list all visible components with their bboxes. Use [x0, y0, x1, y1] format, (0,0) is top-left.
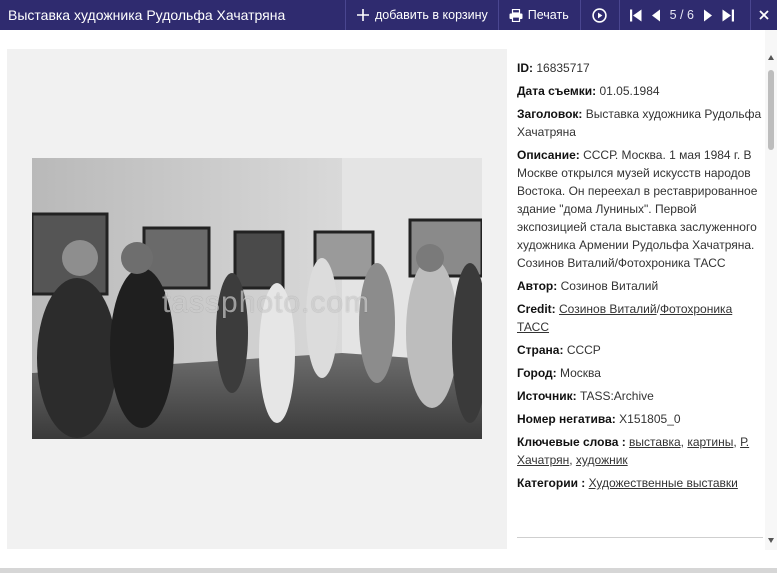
description-row: Описание: СССР. Москва. 1 мая 1984 г. В … — [517, 146, 764, 272]
negative-row: Номер негатива: X151805_0 — [517, 410, 764, 428]
source-row: Источник: TASS:Archive — [517, 387, 764, 405]
date-label: Дата съемки: — [517, 84, 597, 98]
credit-author-link[interactable]: Созинов Виталий — [559, 302, 657, 316]
author-row: Автор: Созинов Виталий — [517, 277, 764, 295]
credit-label: Credit: — [517, 302, 556, 316]
print-label: Печать — [527, 8, 569, 22]
keyword-link[interactable]: выставка — [629, 435, 681, 449]
negative-label: Номер негатива: — [517, 412, 616, 426]
description-label: Описание: — [517, 148, 580, 162]
city-row: Город: Москва — [517, 364, 764, 382]
city-label: Город: — [517, 366, 557, 380]
heading-row: Заголовок: Выставка художника Рудольфа Х… — [517, 105, 764, 141]
keywords-label: Ключевые слова : — [517, 435, 626, 449]
keyword-separator: , — [569, 453, 576, 467]
plus-icon — [356, 8, 370, 22]
author-value: Созинов Виталий — [560, 279, 659, 293]
pager-text: 5 / 6 — [669, 8, 694, 22]
exhibition-photo[interactable]: tassphoto.com — [32, 158, 482, 439]
credit-row: Credit: Созинов Виталий/Фотохроника ТАСС — [517, 300, 764, 336]
info-divider — [517, 537, 763, 538]
country-label: Страна: — [517, 343, 564, 357]
slideshow-button[interactable] — [580, 0, 619, 30]
add-to-cart-button[interactable]: добавить в корзину — [345, 0, 498, 30]
scroll-up-icon[interactable] — [768, 55, 774, 60]
keywords-row: Ключевые слова : выставка, картины, Р. Х… — [517, 433, 764, 469]
category-link[interactable]: Художественные выставки — [589, 476, 738, 490]
city-value: Москва — [560, 366, 601, 380]
keyword-link[interactable]: картины — [687, 435, 733, 449]
id-row: ID: 16835717 — [517, 59, 764, 77]
id-value: 16835717 — [536, 61, 590, 75]
bottom-edge — [0, 568, 777, 573]
description-value: СССР. Москва. 1 мая 1984 г. В Москве отк… — [517, 148, 758, 270]
categories-row: Категории : Художественные выставки — [517, 474, 764, 492]
id-label: ID: — [517, 61, 533, 75]
printer-icon — [509, 8, 523, 22]
scrollbar-thumb[interactable] — [768, 70, 774, 150]
date-value: 01.05.1984 — [599, 84, 660, 98]
print-button[interactable]: Печать — [497, 0, 580, 30]
negative-value: X151805_0 — [619, 412, 681, 426]
scroll-down-icon[interactable] — [768, 538, 774, 543]
info-panel: ID: 16835717 Дата съемки: 01.05.1984 Заг… — [517, 59, 764, 497]
play-circle-icon — [592, 7, 608, 23]
close-button[interactable] — [750, 0, 777, 30]
date-row: Дата съемки: 01.05.1984 — [517, 82, 764, 100]
heading-label: Заголовок: — [517, 107, 583, 121]
top-toolbar: Выставка художника Рудольфа Хачатряна до… — [0, 0, 777, 30]
last-page-icon[interactable] — [722, 9, 734, 22]
source-label: Источник: — [517, 389, 577, 403]
pager: 5 / 6 — [618, 0, 750, 30]
author-label: Автор: — [517, 279, 558, 293]
photo-panel: tassphoto.com — [7, 49, 507, 549]
country-row: Страна: СССР — [517, 341, 764, 359]
categories-label: Категории : — [517, 476, 586, 490]
first-page-icon[interactable] — [629, 9, 642, 22]
prev-icon[interactable] — [651, 9, 660, 22]
keyword-link[interactable]: художник — [576, 453, 628, 467]
watermark: tassphoto.com — [162, 286, 371, 319]
source-value: TASS:Archive — [580, 389, 654, 403]
next-icon[interactable] — [703, 9, 712, 22]
country-value: СССР — [566, 343, 601, 357]
scrollbar[interactable] — [765, 30, 777, 550]
add-to-cart-label: добавить в корзину — [375, 8, 488, 22]
close-icon — [759, 10, 769, 20]
page-title: Выставка художника Рудольфа Хачатряна — [8, 7, 286, 23]
